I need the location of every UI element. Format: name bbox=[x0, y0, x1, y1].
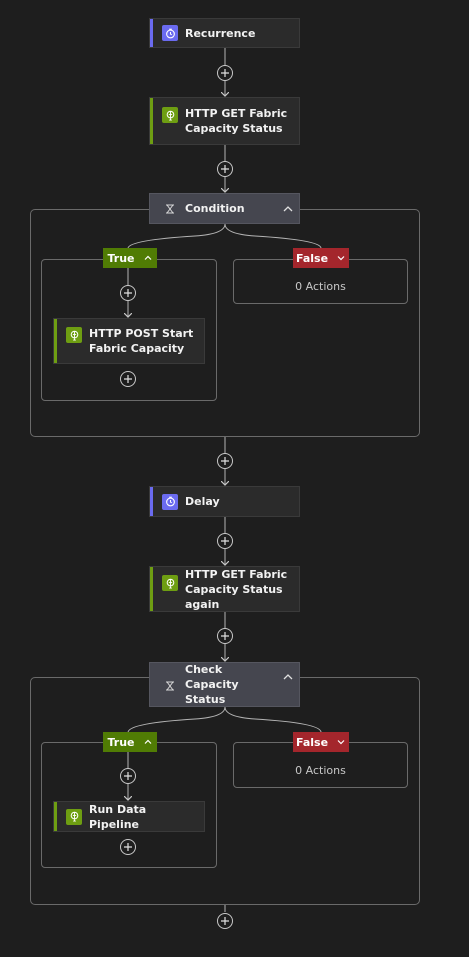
recurrence-label: Recurrence bbox=[185, 26, 256, 40]
plus-icon bbox=[221, 537, 229, 545]
plus-icon bbox=[124, 843, 132, 851]
http-post-start-card[interactable]: HTTP POST Start Fabric Capacity bbox=[53, 318, 205, 364]
chevron-up-icon bbox=[144, 255, 151, 260]
plus-icon bbox=[124, 772, 132, 780]
plus-icon bbox=[221, 165, 229, 173]
globe-icon bbox=[66, 808, 82, 825]
condition-icon bbox=[162, 201, 178, 217]
add-step-button[interactable] bbox=[120, 371, 136, 387]
add-step-button[interactable] bbox=[217, 453, 233, 469]
plus-icon bbox=[221, 917, 229, 925]
card-accent bbox=[54, 802, 57, 831]
http-get-status-again-card[interactable]: HTTP GET Fabric Capacity Status again bbox=[149, 566, 300, 612]
condition-label: Condition bbox=[185, 202, 245, 215]
card-accent bbox=[150, 98, 153, 144]
add-step-button[interactable] bbox=[217, 913, 233, 929]
add-step-button[interactable] bbox=[120, 285, 136, 301]
chevron-up-icon bbox=[144, 739, 151, 744]
recurrence-card[interactable]: Recurrence bbox=[149, 18, 300, 48]
chevron-up-icon[interactable] bbox=[281, 202, 295, 216]
plus-icon bbox=[221, 457, 229, 465]
plus-icon bbox=[221, 632, 229, 640]
plus-icon bbox=[124, 289, 132, 297]
chevron-down-icon bbox=[337, 256, 345, 261]
condition-header[interactable]: Condition bbox=[149, 193, 300, 224]
clock-icon bbox=[162, 493, 178, 510]
card-accent bbox=[54, 319, 57, 363]
check-capacity-label: Check Capacity Status bbox=[185, 663, 239, 706]
add-step-button[interactable] bbox=[217, 161, 233, 177]
add-step-button[interactable] bbox=[120, 768, 136, 784]
true-branch-badge[interactable]: True bbox=[103, 248, 157, 268]
false-branch-badge[interactable]: False bbox=[293, 248, 349, 268]
true-branch-label: True bbox=[107, 251, 135, 265]
run-data-pipeline-label: Run Data Pipeline bbox=[89, 802, 147, 831]
false-branch-label: False bbox=[295, 735, 329, 749]
plus-icon bbox=[124, 375, 132, 383]
chevron-down-icon bbox=[337, 740, 345, 745]
delay-card[interactable]: Delay bbox=[149, 486, 300, 517]
card-accent bbox=[150, 19, 153, 47]
run-data-pipeline-card[interactable]: Run Data Pipeline bbox=[53, 801, 205, 832]
add-step-button[interactable] bbox=[217, 533, 233, 549]
card-accent bbox=[150, 567, 153, 611]
http-post-start-label: HTTP POST Start Fabric Capacity bbox=[89, 327, 194, 355]
false-branch-badge[interactable]: False bbox=[293, 732, 349, 752]
add-step-button[interactable] bbox=[217, 65, 233, 81]
http-get-status-label: HTTP GET Fabric Capacity Status bbox=[185, 107, 288, 135]
add-step-button[interactable] bbox=[120, 839, 136, 855]
http-get-status-again-label: HTTP GET Fabric Capacity Status again bbox=[185, 567, 288, 611]
true-branch-label: True bbox=[107, 735, 135, 749]
condition-icon bbox=[162, 678, 178, 694]
check-capacity-header[interactable]: Check Capacity Status bbox=[149, 662, 300, 707]
false-branch-actions-count: 0 Actions bbox=[295, 764, 346, 777]
clock-icon bbox=[162, 25, 178, 41]
delay-label: Delay bbox=[185, 495, 220, 508]
globe-icon bbox=[162, 575, 178, 591]
false-branch-label: False bbox=[295, 251, 329, 265]
card-accent bbox=[150, 487, 153, 516]
globe-icon bbox=[66, 327, 82, 343]
chevron-up-icon[interactable] bbox=[281, 670, 295, 684]
add-step-button[interactable] bbox=[217, 628, 233, 644]
true-branch-badge[interactable]: True bbox=[103, 732, 157, 752]
plus-icon bbox=[221, 69, 229, 77]
globe-icon bbox=[162, 107, 178, 123]
http-get-status-card[interactable]: HTTP GET Fabric Capacity Status bbox=[149, 97, 300, 145]
false-branch-actions-count: 0 Actions bbox=[295, 280, 346, 293]
